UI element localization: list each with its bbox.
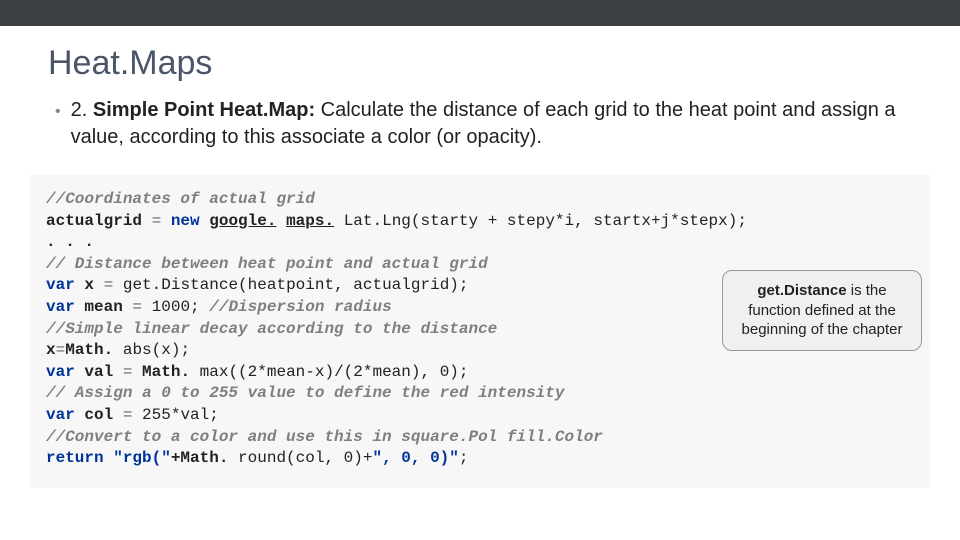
code-token — [200, 212, 210, 230]
code-token: Math. — [132, 363, 190, 381]
code-comment: //Convert to a color and use this in squ… — [46, 428, 603, 446]
bullet-item: • 2. Simple Point Heat.Map: Calculate th… — [55, 97, 912, 151]
code-keyword: var — [46, 298, 75, 316]
code-token: abs(x); — [113, 341, 190, 359]
page-title: Heat.Maps — [48, 44, 960, 83]
bullet-number: 2. — [71, 99, 88, 121]
code-token: Lat.Lng(starty + stepy*i, startx+j*stepx… — [334, 212, 747, 230]
code-token: maps. — [286, 212, 334, 230]
code-token: +Math. — [171, 449, 229, 467]
code-keyword: var — [46, 406, 75, 424]
code-comment: // Distance between heat point and actua… — [46, 255, 488, 273]
code-token: round(col, 0)+ — [228, 449, 372, 467]
code-comment: // Assign a 0 to 255 value to define the… — [46, 384, 564, 402]
top-accent-bar — [0, 0, 960, 26]
callout-box: get.Distance is the function defined at … — [722, 270, 922, 351]
code-token: 1000; — [142, 298, 209, 316]
code-token: actualgrid — [46, 212, 142, 230]
code-token: col — [75, 406, 123, 424]
code-token: max((2*mean-x)/(2*mean), 0); — [190, 363, 468, 381]
bullet-text: 2. Simple Point Heat.Map: Calculate the … — [71, 97, 912, 151]
code-token: ; — [459, 449, 469, 467]
code-token: mean — [75, 298, 133, 316]
code-token: = — [142, 212, 171, 230]
code-comment: //Dispersion radius — [209, 298, 391, 316]
code-token: = — [123, 363, 133, 381]
code-keyword: var — [46, 276, 75, 294]
code-string: ", 0, 0)" — [372, 449, 458, 467]
code-keyword: return — [46, 449, 104, 467]
code-token: = — [104, 276, 114, 294]
code-token: x — [46, 341, 56, 359]
bullet-bold: Simple Point Heat.Map: — [93, 99, 315, 121]
code-token: 255*val; — [132, 406, 218, 424]
code-token: = — [56, 341, 66, 359]
code-token: Math. — [65, 341, 113, 359]
code-keyword: var — [46, 363, 75, 381]
code-comment: //Simple linear decay according to the d… — [46, 320, 497, 338]
code-token: get.Distance(heatpoint, actualgrid); — [113, 276, 468, 294]
code-comment: //Coordinates of actual grid — [46, 190, 315, 208]
code-token — [276, 212, 286, 230]
code-token: x — [75, 276, 104, 294]
bullet-dot: • — [55, 101, 61, 151]
callout-bold: get.Distance — [757, 282, 846, 299]
code-string: "rgb(" — [104, 449, 171, 467]
code-token: = — [123, 406, 133, 424]
code-token: = — [132, 298, 142, 316]
code-keyword: new — [171, 212, 200, 230]
code-ellipsis: . . . — [46, 233, 94, 251]
code-token: val — [75, 363, 123, 381]
code-token: google. — [209, 212, 276, 230]
